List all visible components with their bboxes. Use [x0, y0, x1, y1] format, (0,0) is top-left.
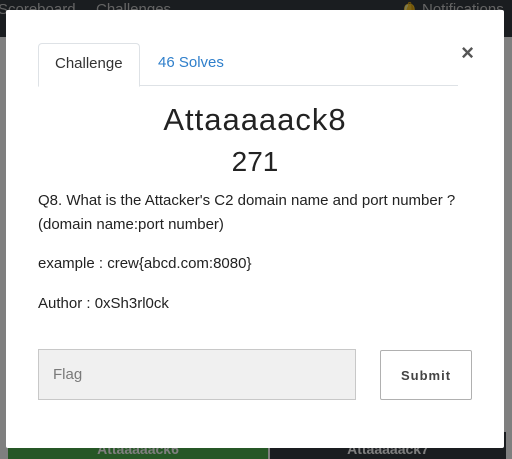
challenge-description: Q8. What is the Attacker's C2 domain nam…: [38, 192, 456, 233]
challenge-example: example : crew{abcd.com:8080}: [38, 255, 252, 272]
submit-button[interactable]: Submit: [380, 350, 472, 400]
tab-solves[interactable]: 46 Solves: [142, 43, 240, 84]
modal-tabs: Challenge 46 Solves: [38, 43, 458, 87]
challenge-author: Author : 0xSh3rl0ck: [38, 295, 169, 312]
flag-input[interactable]: [38, 349, 356, 400]
challenge-modal: Challenge 46 Solves × Attaaaaack8 271 Q8…: [6, 10, 504, 448]
challenge-points: 271: [231, 146, 279, 177]
close-icon[interactable]: ×: [461, 42, 474, 64]
tab-challenge[interactable]: Challenge: [38, 43, 140, 87]
challenge-title: Attaaaaack8: [163, 102, 347, 137]
